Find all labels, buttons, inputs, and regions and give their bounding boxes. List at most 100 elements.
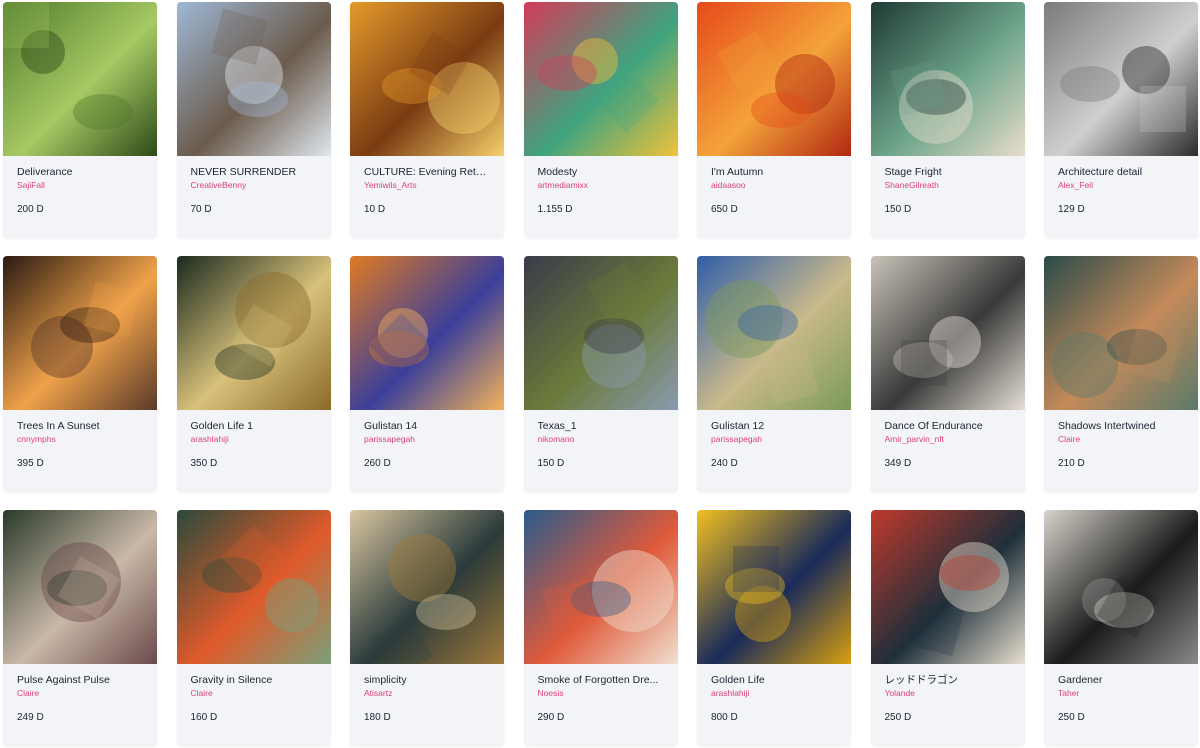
artwork-title[interactable]: NEVER SURRENDER xyxy=(191,166,317,179)
artwork-price: 250 D xyxy=(1058,712,1085,723)
red-dragon-image[interactable] xyxy=(870,510,1025,664)
architecture-bw-image[interactable] xyxy=(1044,2,1198,156)
artwork-title[interactable]: Dance Of Endurance xyxy=(885,420,1011,433)
artwork-card[interactable]: Gardener Taher 250 D xyxy=(1044,510,1198,746)
artwork-card[interactable]: CULTURE: Evening Return Yemiwils_Arts 10 D xyxy=(350,2,504,238)
gravity-silence-image[interactable] xyxy=(176,510,331,664)
artist-name-link[interactable]: parissapegah xyxy=(711,434,837,445)
artwork-title[interactable]: レッドドラゴン xyxy=(885,674,1011,687)
artist-name-link[interactable]: artmediamixx xyxy=(538,180,664,191)
artwork-info: Gulistan 12 parissapegah 240 D xyxy=(697,410,851,470)
shadows-portrait-image[interactable] xyxy=(1044,256,1198,410)
artist-name-link[interactable]: ShaneGilreath xyxy=(885,180,1011,191)
artist-name-link[interactable]: cnnymphs xyxy=(17,434,143,445)
artist-name-link[interactable]: Alex_Feil xyxy=(1058,180,1184,191)
golden-calligraphy-image[interactable] xyxy=(176,256,331,410)
artwork-title[interactable]: Smoke of Forgotten Dre... xyxy=(538,674,664,687)
simplicity-flowers-image[interactable] xyxy=(350,510,504,664)
artist-name-link[interactable]: SajiFall xyxy=(17,180,143,191)
artwork-title[interactable]: Modesty xyxy=(538,166,664,179)
artwork-title[interactable]: Gardener xyxy=(1058,674,1184,687)
artwork-title[interactable]: simplicity xyxy=(364,674,490,687)
artwork-title[interactable]: Texas_1 xyxy=(538,420,664,433)
artist-name-link[interactable]: arashlahiji xyxy=(711,688,837,699)
artwork-price: 180 D xyxy=(364,712,391,723)
artwork-card[interactable]: NEVER SURRENDER CreativeBenny 70 D xyxy=(176,2,331,238)
artwork-card[interactable]: Stage Fright ShaneGilreath 150 D xyxy=(870,2,1025,238)
golden-life-image[interactable] xyxy=(697,510,851,664)
artwork-title[interactable]: Pulse Against Pulse xyxy=(17,674,143,687)
artist-name-link[interactable]: parissapegah xyxy=(364,434,490,445)
artwork-title[interactable]: I'm Autumn xyxy=(711,166,837,179)
artwork-card[interactable]: Golden Life 1 arashlahiji 350 D xyxy=(176,256,331,492)
artwork-card[interactable]: I'm Autumn aidaasoo 650 D xyxy=(697,2,851,238)
artist-name-link[interactable]: arashlahiji xyxy=(191,434,317,445)
artwork-card[interactable]: Dance Of Endurance Amir_parvin_nft 349 D xyxy=(870,256,1025,492)
pulse-portrait-image[interactable] xyxy=(3,510,157,664)
artwork-card[interactable]: Architecture detail Alex_Feil 129 D xyxy=(1044,2,1198,238)
artwork-title[interactable]: Gulistan 12 xyxy=(711,420,837,433)
artwork-title[interactable]: Deliverance xyxy=(17,166,143,179)
tower-climber-image[interactable] xyxy=(176,2,331,156)
artwork-info: Deliverance SajiFall 200 D xyxy=(3,156,157,216)
artwork-card[interactable]: Shadows Intertwined Claire 210 D xyxy=(1044,256,1198,492)
artwork-title[interactable]: CULTURE: Evening Return xyxy=(364,166,490,179)
artwork-card[interactable]: レッドドラゴン Yolande 250 D xyxy=(870,510,1025,746)
artwork-price: 160 D xyxy=(190,712,218,723)
artwork-price: 150 D xyxy=(537,458,565,469)
artist-name-link[interactable]: Claire xyxy=(191,688,317,699)
artwork-title[interactable]: Architecture detail xyxy=(1058,166,1184,179)
artwork-card[interactable]: Golden Life arashlahiji 800 D xyxy=(697,510,851,746)
artwork-card[interactable]: Modesty artmediamixx 1.155 D xyxy=(523,2,678,238)
smoke-dream-image[interactable] xyxy=(523,510,678,664)
artist-name-link[interactable]: CreativeBenny xyxy=(191,180,317,191)
artist-name-link[interactable]: aidaasoo xyxy=(711,180,837,191)
artwork-title[interactable]: Gravity in Silence xyxy=(191,674,317,687)
artist-name-link[interactable]: Yemiwils_Arts xyxy=(364,180,490,191)
artwork-title[interactable]: Trees In A Sunset xyxy=(17,420,143,433)
artwork-card[interactable]: Pulse Against Pulse Claire 249 D xyxy=(3,510,157,746)
gardener-silhouette-image[interactable] xyxy=(1044,510,1198,664)
gulistan-blue-image[interactable] xyxy=(697,256,851,410)
artist-name-link[interactable]: Claire xyxy=(1058,434,1184,445)
artwork-info: NEVER SURRENDER CreativeBenny 70 D xyxy=(177,156,331,216)
artwork-price: 650 D xyxy=(711,204,738,215)
artist-name-link[interactable]: Noesis xyxy=(538,688,664,699)
artwork-card[interactable]: Texas_1 nikomano 150 D xyxy=(523,256,678,492)
artwork-card[interactable]: Smoke of Forgotten Dre... Noesis 290 D xyxy=(523,510,678,746)
gulistan-orange-image[interactable] xyxy=(350,256,504,410)
artwork-info: Modesty artmediamixx 1.155 D xyxy=(524,156,678,216)
artwork-card[interactable]: Gravity in Silence Claire 160 D xyxy=(176,510,331,746)
dance-endurance-image[interactable] xyxy=(870,256,1025,410)
savanna-women-image[interactable] xyxy=(350,2,504,156)
artwork-price: 129 D xyxy=(1058,204,1085,215)
artwork-card[interactable]: Trees In A Sunset cnnymphs 395 D xyxy=(3,256,157,492)
artwork-price: 150 D xyxy=(884,204,912,215)
artist-name-link[interactable]: Claire xyxy=(17,688,143,699)
texas-map-image[interactable] xyxy=(523,256,678,410)
artist-name-link[interactable]: Atisartz xyxy=(364,688,490,699)
artist-name-link[interactable]: Amir_parvin_nft xyxy=(885,434,1011,445)
artwork-title[interactable]: Stage Fright xyxy=(885,166,1011,179)
artwork-card[interactable]: simplicity Atisartz 180 D xyxy=(350,510,504,746)
artwork-title[interactable]: Shadows Intertwined xyxy=(1058,420,1184,433)
artwork-title[interactable]: Golden Life 1 xyxy=(191,420,317,433)
artwork-card[interactable]: Gulistan 12 parissapegah 240 D xyxy=(697,256,851,492)
artwork-price: 260 D xyxy=(364,458,391,469)
artwork-title[interactable]: Gulistan 14 xyxy=(364,420,490,433)
artwork-card[interactable]: Deliverance SajiFall 200 D xyxy=(3,2,157,238)
artist-name-link[interactable]: Yolande xyxy=(885,688,1011,699)
artwork-info: レッドドラゴン Yolande 250 D xyxy=(871,664,1025,724)
artwork-title[interactable]: Golden Life xyxy=(711,674,837,687)
stage-fright-image[interactable] xyxy=(870,2,1025,156)
sunset-trees-image[interactable] xyxy=(3,256,157,410)
modesty-collage-image[interactable] xyxy=(523,2,678,156)
artwork-info: Golden Life arashlahiji 800 D xyxy=(697,664,851,724)
artist-name-link[interactable]: nikomano xyxy=(538,434,664,445)
artist-name-link[interactable]: Taher xyxy=(1058,688,1184,699)
artwork-price: 290 D xyxy=(537,712,565,723)
bird-in-forest-image[interactable] xyxy=(3,2,157,156)
autumn-face-image[interactable] xyxy=(697,2,851,156)
artwork-info: Dance Of Endurance Amir_parvin_nft 349 D xyxy=(871,410,1025,470)
artwork-card[interactable]: Gulistan 14 parissapegah 260 D xyxy=(350,256,504,492)
